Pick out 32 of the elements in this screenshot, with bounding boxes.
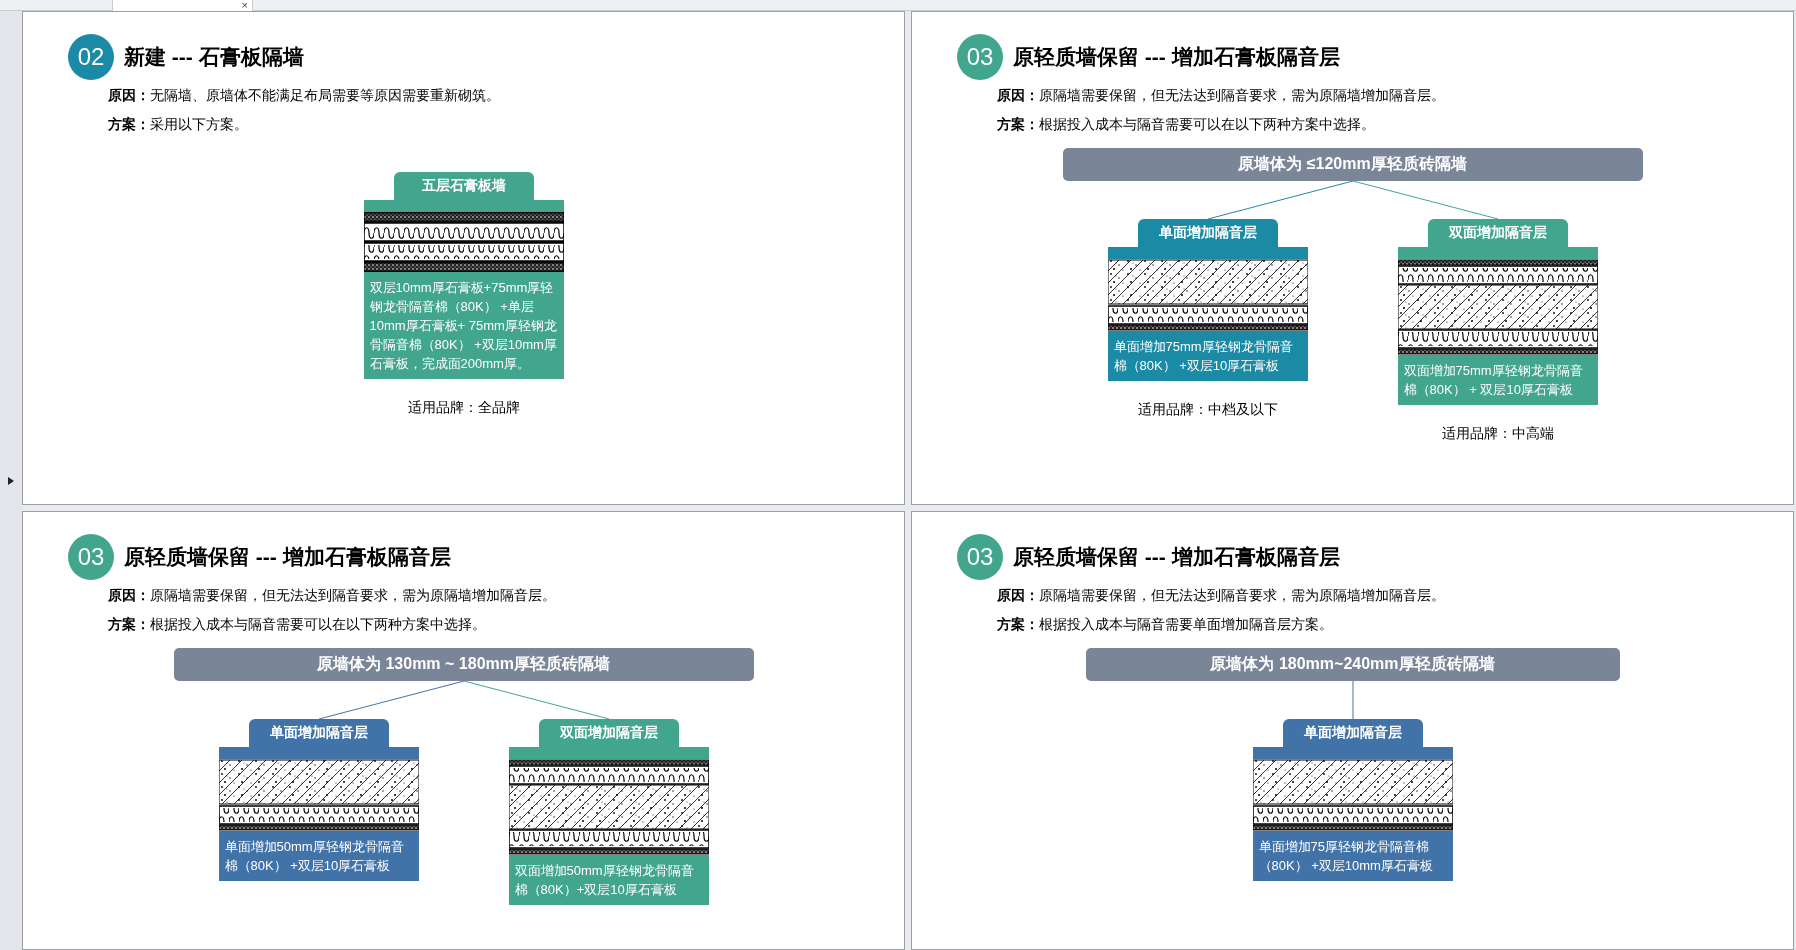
option-description: 单面增加75mm厚轻钢龙骨隔音棉（80K） +双层10厚石膏板 <box>1112 337 1294 375</box>
wall-type-banner: 原墙体为 180mm~240mm厚轻质砖隔墙 <box>1085 647 1620 681</box>
option-description: 双层10mm厚石膏板+75mm厚轻钢龙骨隔音棉（80K） +单层10mm厚石膏板+ 75mm厚轻钢龙骨隔音棉（80K） +双层10mm厚石膏板，完成面200mm厚。 <box>368 278 558 373</box>
reason-text: 原因：无隔墙、原墙体不能满足布局需要等原因需要重新砌筑。 <box>108 87 501 105</box>
section-number-badge: 03 <box>957 534 1003 580</box>
option-description: 单面增加50mm厚轻钢龙骨隔音棉（80K） +双层10厚石膏板 <box>223 837 405 875</box>
plan-text: 方案：根据投入成本与隔音需要单面增加隔音层方案。 <box>997 616 1334 635</box>
plan-text: 方案：根据投入成本与隔音需要可以在以下两种方案中选择。 <box>997 116 1376 135</box>
wall-type-banner: 原墙体为 130mm ~ 180mm厚轻质砖隔墙 <box>173 647 754 681</box>
section-number-badge: 03 <box>68 534 114 580</box>
close-icon[interactable]: × <box>241 0 248 11</box>
option-description: 双面增加50mm厚轻钢龙骨隔音棉（80K）+双层10厚石膏板 <box>513 861 695 899</box>
connector-line <box>1352 680 1353 719</box>
option-description: 单面增加75厚轻钢龙骨隔音棉（80K） +双层10mm厚石膏板 <box>1257 837 1434 875</box>
brand-text: 适用品牌：中档及以下 <box>1137 399 1278 419</box>
reason-text: 原因：原隔墙需要保留，但无法达到隔音要求，需为原隔墙增加隔音层。 <box>997 87 1446 105</box>
section-title: 原轻质墙保留 --- 增加石膏板隔音层 <box>124 544 451 571</box>
plan-text: 方案：采用以下方案。 <box>108 116 249 135</box>
reason-text: 原因：原隔墙需要保留，但无法达到隔音要求，需为原隔墙增加隔音层。 <box>997 587 1446 605</box>
brand-text: 适用品牌：中高端 <box>1441 423 1554 443</box>
wall-type-banner: 原墙体为 ≤120mm厚轻质砖隔墙 <box>1062 147 1643 181</box>
section-title: 原轻质墙保留 --- 增加石膏板隔音层 <box>1013 44 1340 71</box>
section-number-badge: 02 <box>68 34 114 80</box>
section-title: 新建 --- 石膏板隔墙 <box>124 44 304 71</box>
expand-arrow-icon[interactable] <box>8 476 14 485</box>
plan-text: 方案：根据投入成本与隔音需要可以在以下两种方案中选择。 <box>108 616 487 635</box>
section-title: 原轻质墙保留 --- 增加石膏板隔音层 <box>1013 544 1340 571</box>
section-number-badge: 03 <box>957 34 1003 80</box>
brand-text: 适用品牌：全品牌 <box>407 397 520 417</box>
option-description: 双面增加75mm厚轻钢龙骨隔音棉（80K） + 双层10厚石膏板 <box>1402 361 1584 399</box>
reason-text: 原因：原隔墙需要保留，但无法达到隔音要求，需为原隔墙增加隔音层。 <box>108 587 557 605</box>
document-tab[interactable]: × <box>112 0 253 11</box>
